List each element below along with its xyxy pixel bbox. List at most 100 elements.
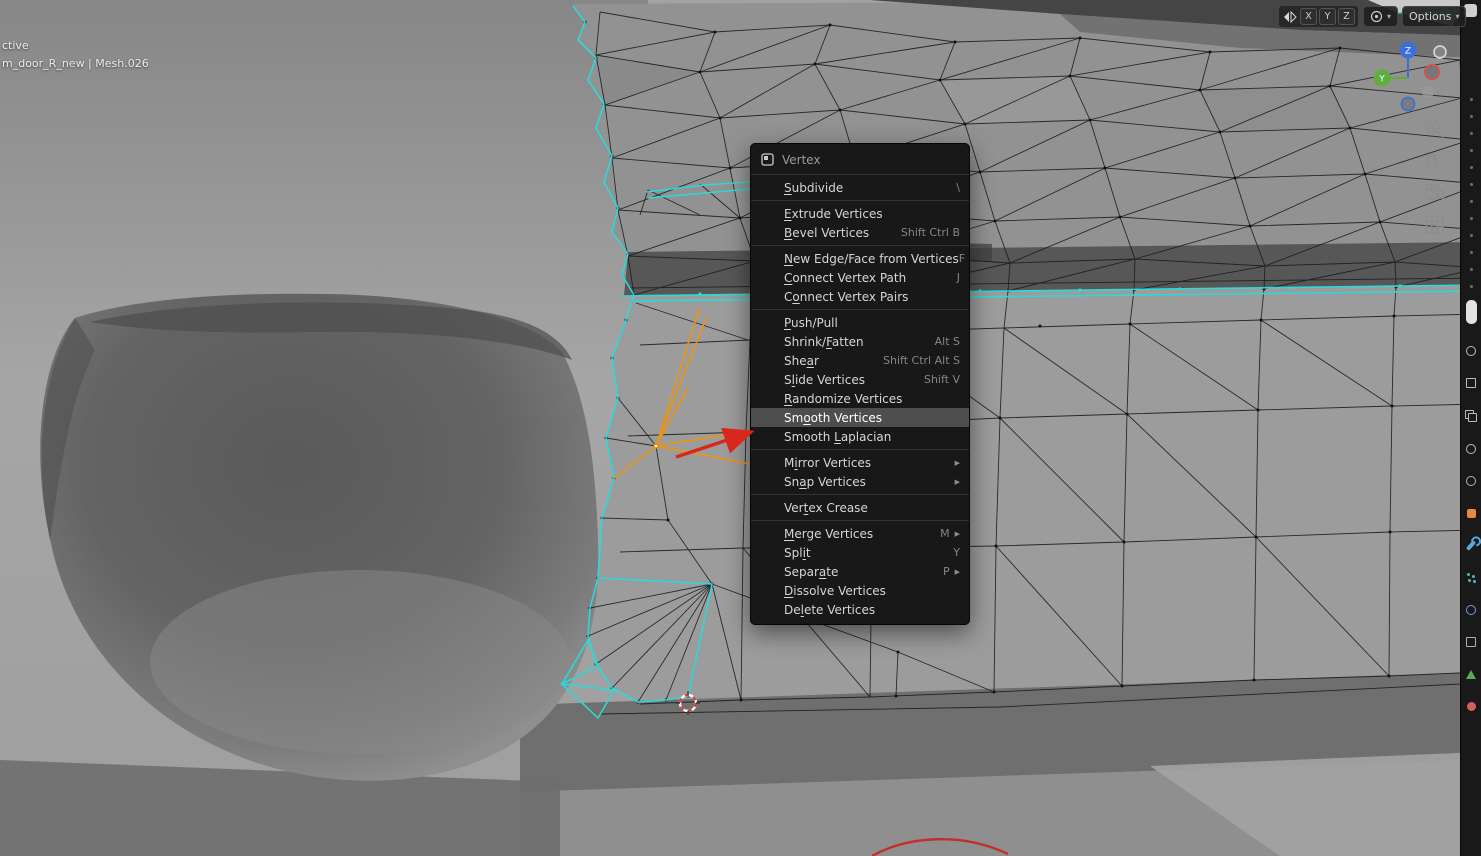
menu-item-delete-vertices[interactable]: Delete Vertices bbox=[751, 600, 969, 619]
strip-dot bbox=[1469, 132, 1473, 135]
context-menu-header: Vertex bbox=[751, 148, 969, 171]
menu-item-merge-vertices[interactable]: Merge Vertices M ▶ bbox=[751, 524, 969, 543]
menu-item-shortcut: P bbox=[942, 565, 950, 578]
svg-text:Z: Z bbox=[1405, 47, 1411, 57]
render-tab[interactable] bbox=[1466, 346, 1476, 356]
menu-item-randomize-vertices[interactable]: Randomize Vertices bbox=[751, 389, 969, 408]
menu-item-connect-vertex-pairs[interactable]: Connect Vertex Pairs bbox=[751, 287, 969, 306]
mirror-z-button[interactable]: Z bbox=[1338, 8, 1355, 25]
submenu-arrow-icon: ▶ bbox=[954, 529, 960, 538]
gizmo-x-axis[interactable] bbox=[1424, 64, 1440, 80]
zoom-icon[interactable] bbox=[1422, 116, 1447, 141]
menu-item-label: Extrude Vertices bbox=[784, 206, 883, 221]
menu-item-connect-vertex-path[interactable]: Connect Vertex Path J bbox=[751, 268, 969, 287]
material-tab[interactable] bbox=[1466, 701, 1476, 711]
strip-dot bbox=[1469, 251, 1473, 254]
menu-item-dissolve-vertices[interactable]: Dissolve Vertices bbox=[751, 581, 969, 600]
properties-tabs bbox=[1461, 300, 1481, 711]
mirror-x-button[interactable]: X bbox=[1300, 8, 1317, 25]
menu-item-label: Subdivide bbox=[784, 180, 844, 195]
menu-item-label: Separate bbox=[784, 564, 839, 579]
menu-item-shortcut: Shift V bbox=[923, 373, 960, 386]
menu-item-label: Smooth Laplacian bbox=[784, 429, 892, 444]
proportional-editing-button[interactable]: ▾ bbox=[1363, 6, 1399, 27]
menu-item-right: ▶ bbox=[955, 478, 960, 486]
viewlayer-tab[interactable] bbox=[1465, 410, 1477, 422]
options-dropdown[interactable]: Options ▾ bbox=[1402, 6, 1467, 27]
menu-item-snap-vertices[interactable]: Snap Vertices ▶ bbox=[751, 472, 969, 491]
menu-item-split[interactable]: Split Y bbox=[751, 543, 969, 562]
menu-separator bbox=[751, 245, 969, 246]
menu-item-label: Push/Pull bbox=[784, 315, 838, 330]
menu-item-label: Split bbox=[784, 545, 811, 560]
strip-dot bbox=[1469, 217, 1473, 220]
menu-separator bbox=[751, 174, 969, 175]
menu-item-shear[interactable]: Shear Shift Ctrl Alt S bbox=[751, 351, 969, 370]
navigation-gizmo[interactable]: Z Y bbox=[1370, 38, 1450, 122]
viewport-nav-tools bbox=[1422, 116, 1447, 237]
menu-item-mirror-vertices[interactable]: Mirror Vertices ▶ bbox=[751, 453, 969, 472]
gizmo-neg-x-axis[interactable] bbox=[1433, 45, 1447, 59]
strip-dot bbox=[1469, 285, 1473, 288]
context-menu-items: Subdivide \ Extrude Vertices Bevel Vertices… bbox=[751, 178, 969, 619]
data-tab[interactable] bbox=[1466, 669, 1476, 679]
menu-item-slide-vertices[interactable]: Slide Vertices Shift V bbox=[751, 370, 969, 389]
grid-ortho-icon[interactable] bbox=[1422, 212, 1447, 237]
strip-dot bbox=[1469, 183, 1473, 186]
menu-item-subdivide[interactable]: Subdivide \ bbox=[751, 178, 969, 197]
menu-item-vertex-crease[interactable]: Vertex Crease bbox=[751, 498, 969, 517]
menu-item-right: Alt S bbox=[935, 335, 960, 348]
tool-tab[interactable] bbox=[1465, 300, 1477, 324]
modifier-tab-icon bbox=[1465, 540, 1477, 551]
strip-dot bbox=[1469, 98, 1473, 101]
object-tab[interactable] bbox=[1466, 508, 1476, 518]
output-tab[interactable] bbox=[1466, 378, 1476, 388]
menu-item-smooth-vertices[interactable]: Smooth Vertices bbox=[751, 408, 969, 427]
menu-item-label: Delete Vertices bbox=[784, 602, 876, 617]
menu-item-right: Shift V bbox=[924, 373, 960, 386]
menu-item-shortcut: F bbox=[958, 252, 966, 265]
menu-item-push-pull[interactable]: Push/Pull bbox=[751, 313, 969, 332]
pan-hand-icon[interactable] bbox=[1422, 148, 1447, 173]
collection-text: ctive bbox=[2, 39, 29, 52]
menu-item-label: Bevel Vertices bbox=[784, 225, 870, 240]
menu-item-shortcut: M bbox=[940, 527, 950, 540]
viewlayer-tab-icon bbox=[1465, 410, 1477, 422]
menu-item-new-edge-face-from-vertices[interactable]: New Edge/Face from Vertices F bbox=[751, 249, 969, 268]
menu-item-label: Shrink/Fatten bbox=[784, 334, 864, 349]
menu-item-shortcut: Y bbox=[953, 546, 960, 559]
modifier-tab[interactable] bbox=[1465, 540, 1477, 551]
mirror-y-button[interactable]: Y bbox=[1319, 8, 1336, 25]
menu-item-right: F bbox=[959, 252, 965, 265]
particles-tab-icon bbox=[1466, 573, 1470, 576]
menu-item-label: Merge Vertices bbox=[784, 526, 874, 541]
strip-dot bbox=[1469, 234, 1473, 237]
properties-tab-strip bbox=[1460, 0, 1481, 856]
properties-strip-dots bbox=[1461, 98, 1481, 288]
material-tab-icon bbox=[1466, 701, 1476, 711]
world-tab-icon bbox=[1466, 476, 1476, 486]
proportional-falloff-icon bbox=[1370, 10, 1383, 23]
constraints-tab[interactable] bbox=[1466, 637, 1476, 647]
scene-tab[interactable] bbox=[1466, 444, 1476, 454]
gizmo-neg-y-axis[interactable] bbox=[1422, 86, 1434, 98]
physics-tab[interactable] bbox=[1466, 605, 1476, 615]
context-menu-title: Vertex bbox=[782, 152, 821, 167]
menu-item-extrude-vertices[interactable]: Extrude Vertices bbox=[751, 204, 969, 223]
menu-item-right: Shift Ctrl B bbox=[901, 226, 960, 239]
camera-view-icon[interactable] bbox=[1422, 180, 1447, 205]
menu-item-label: Connect Vertex Pairs bbox=[784, 289, 909, 304]
gizmo-neg-z-axis[interactable] bbox=[1400, 96, 1416, 112]
object-tab-icon bbox=[1466, 508, 1476, 518]
menu-item-shortcut: Shift Ctrl Alt S bbox=[883, 354, 960, 367]
menu-item-shrink-fatten[interactable]: Shrink/Fatten Alt S bbox=[751, 332, 969, 351]
menu-item-bevel-vertices[interactable]: Bevel Vertices Shift Ctrl B bbox=[751, 223, 969, 242]
viewport-canvas[interactable] bbox=[0, 0, 1481, 856]
world-tab[interactable] bbox=[1466, 476, 1476, 486]
menu-item-smooth-laplacian[interactable]: Smooth Laplacian bbox=[751, 427, 969, 446]
menu-item-separate[interactable]: Separate P ▶ bbox=[751, 562, 969, 581]
strip-dot bbox=[1469, 166, 1473, 169]
blender-window: ctive m_door_R_new | Mesh.026 X Y Z ▾ Op… bbox=[0, 0, 1481, 856]
particles-tab[interactable] bbox=[1466, 573, 1476, 583]
submenu-arrow-icon: ▶ bbox=[954, 567, 960, 576]
